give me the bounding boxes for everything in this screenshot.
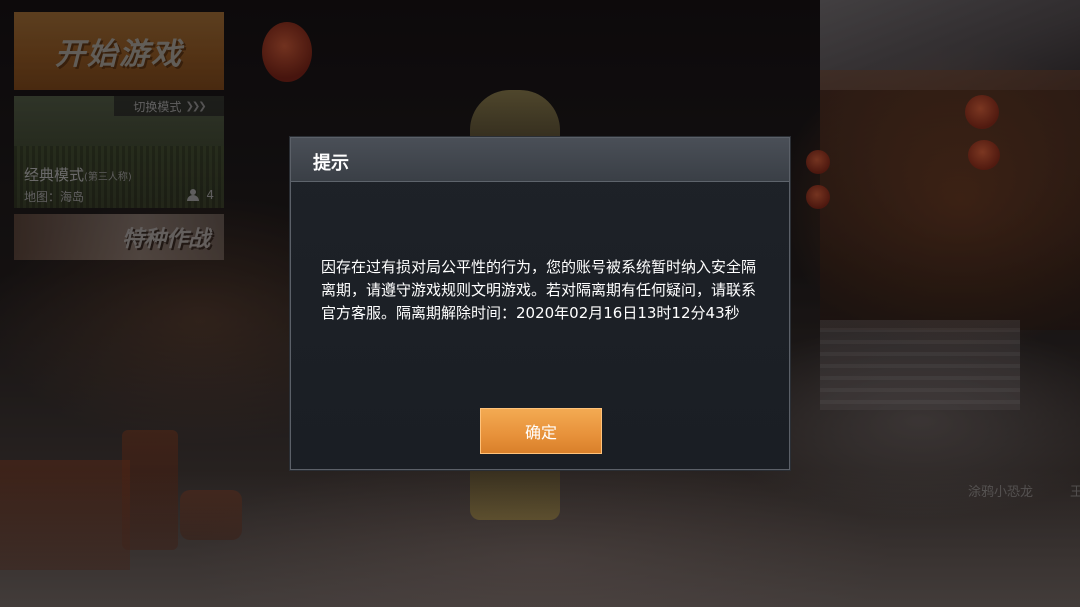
confirm-label: 确定 (524, 423, 557, 442)
dialog-title: 提示 (313, 153, 349, 174)
dialog-header: 提示 (291, 138, 789, 182)
notice-dialog: 提示 因存在过有损对局公平性的行为，您的账号被系统暂时纳入安全隔离期，请遵守游戏… (290, 137, 790, 470)
confirm-button[interactable]: 确定 (480, 408, 602, 454)
dialog-message: 因存在过有损对局公平性的行为，您的账号被系统暂时纳入安全隔离期，请遵守游戏规则文… (321, 258, 757, 322)
